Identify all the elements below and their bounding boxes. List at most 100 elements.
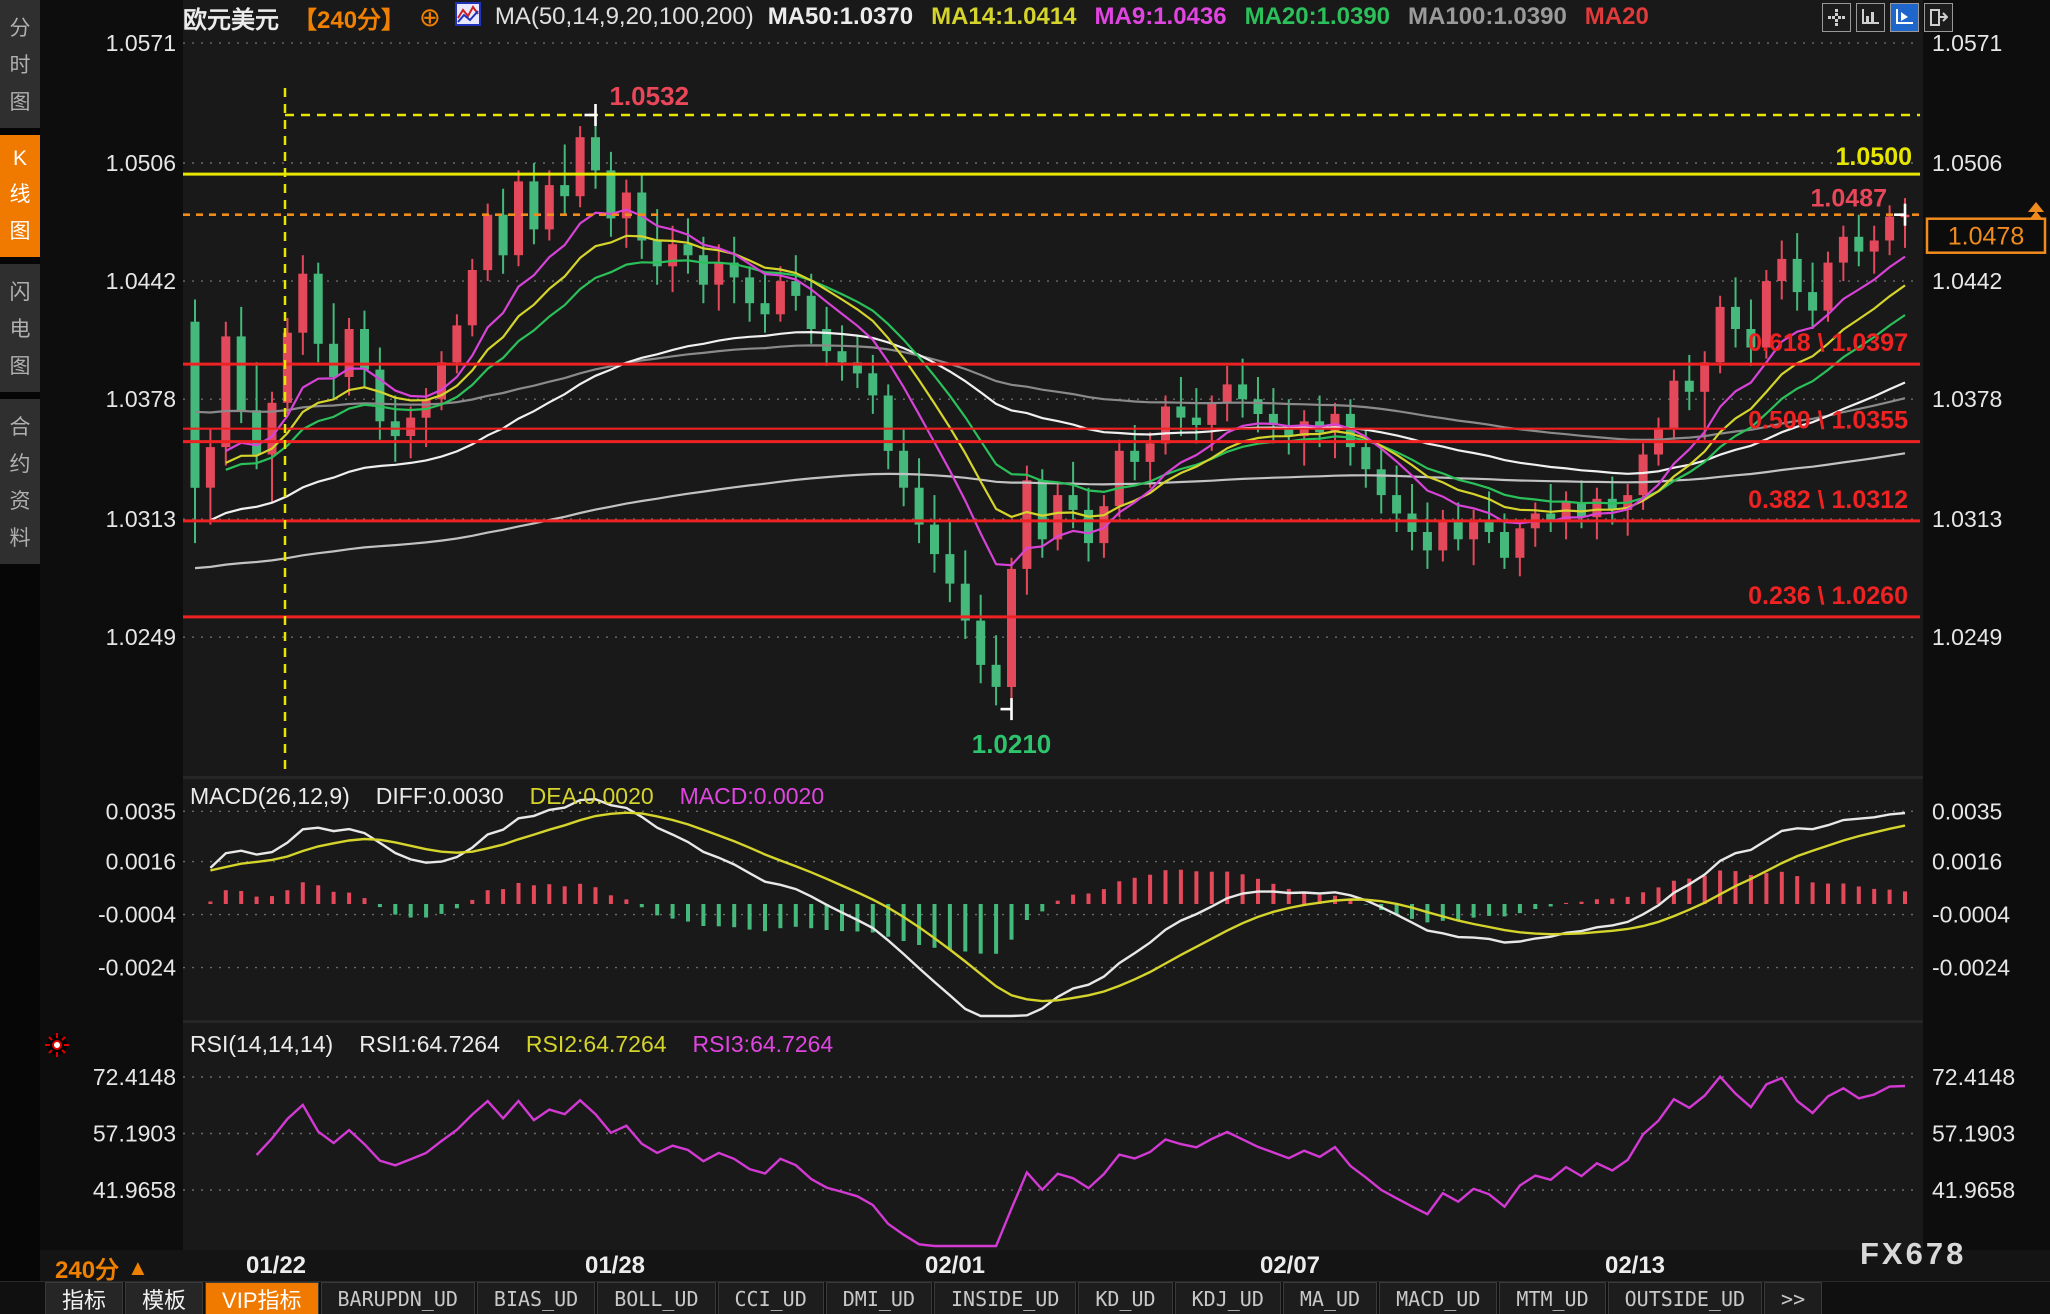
ma-legend-3: MA20:1.0390 <box>1245 3 1390 30</box>
indicator-tab-12[interactable]: MACD_UD <box>1379 1282 1497 1314</box>
price-tick-right: 1.0313 <box>1932 506 2002 532</box>
rsi-label-row: RSI(14,14,14) RSI1:64.7264 RSI2:64.7264 … <box>190 1031 833 1058</box>
axis-active-icon[interactable] <box>1890 3 1919 32</box>
fib-label: 0.500 \ 1.0355 <box>1748 407 1908 435</box>
rsi-tick-left: 57.1903 <box>93 1121 176 1147</box>
indicator-tab-3[interactable]: BARUPDN_UD <box>321 1282 475 1314</box>
macd-diff-value: DIFF:0.0030 <box>376 783 504 810</box>
ma-legend-2: MA9:1.0436 <box>1095 3 1227 30</box>
indicator-tab-6[interactable]: CCI_UD <box>718 1282 824 1314</box>
indicator-tab-8[interactable]: INSIDE_UD <box>934 1282 1076 1314</box>
price-tick-left: 1.0313 <box>106 506 176 532</box>
rsi1-value: RSI1:64.7264 <box>359 1031 500 1058</box>
price-tick-left: 1.0378 <box>106 386 176 412</box>
indicator-tab-10[interactable]: KDJ_UD <box>1175 1282 1281 1314</box>
xaxis-strip <box>0 1250 2050 1282</box>
fib-label: 0.236 \ 1.0260 <box>1748 582 1908 610</box>
period-badge[interactable]: 【240分】 <box>293 0 405 35</box>
mini-chart-icon[interactable] <box>455 2 481 33</box>
indicator-tab-11[interactable]: MA_UD <box>1283 1282 1377 1314</box>
indicator-tab-15[interactable]: >> <box>1764 1282 1822 1314</box>
sidebar-tab-0[interactable]: 分时图 <box>0 0 40 128</box>
macd-label-row: MACD(26,12,9) DIFF:0.0030 DEA:0.0020 MAC… <box>190 783 824 810</box>
price-tick-left: 1.0571 <box>106 30 176 56</box>
indicator-tab-7[interactable]: DMI_UD <box>826 1282 932 1314</box>
rsi-title: RSI(14,14,14) <box>190 1031 333 1058</box>
rsi3-value: RSI3:64.7264 <box>693 1031 834 1058</box>
indicator-tab-bar: 指标模板VIP指标BARUPDN_UDBIAS_UDBOLL_UDCCI_UDD… <box>0 1281 2050 1314</box>
macd-tick-left: 0.0016 <box>106 849 176 875</box>
indicator-tab-1[interactable]: 模板 <box>125 1282 203 1314</box>
ma-legend-5: MA20 <box>1585 3 1649 30</box>
current-period-label: 240分 <box>55 1250 119 1285</box>
ma-legend-0: MA50:1.0370 <box>768 3 913 30</box>
chart-background <box>0 0 2050 1314</box>
rsi-tick-left: 72.4148 <box>93 1064 176 1090</box>
ma-values: MA50:1.0370 MA14:1.0414 MA9:1.0436 MA20:1.0… <box>768 3 1667 31</box>
sidebar: 分时图 K线图闪电图合约资料 <box>0 0 40 1314</box>
date-label: 02/07 <box>1260 1252 1320 1279</box>
macd-title: MACD(26,12,9) <box>190 783 350 810</box>
exit-panel-icon[interactable] <box>1924 3 1953 32</box>
sidebar-tab-2[interactable]: 闪电图 <box>0 264 40 392</box>
rsi-tick-right: 41.9658 <box>1932 1177 2015 1203</box>
rsi-tick-right: 72.4148 <box>1932 1064 2015 1090</box>
ma-legend-4: MA100:1.0390 <box>1408 3 1567 30</box>
indicator-tab-2[interactable]: VIP指标 <box>205 1282 318 1314</box>
rsi2-value: RSI2:64.7264 <box>526 1031 667 1058</box>
fib-label: 0.618 \ 1.0397 <box>1748 329 1908 357</box>
price-tick-right: 1.0506 <box>1932 150 2002 176</box>
macd-tick-left: -0.0024 <box>98 955 176 981</box>
indicator-tab-13[interactable]: MTM_UD <box>1499 1282 1605 1314</box>
chart-header: 欧元美元 【240分】 ⊕ MA(50,14,9,20,100,200) MA5… <box>40 0 1667 34</box>
date-label: 02/13 <box>1605 1252 1665 1279</box>
chevron-up-icon: ▲ <box>127 1255 149 1281</box>
panel-divider <box>183 776 1923 779</box>
indicator-tab-5[interactable]: BOLL_UD <box>597 1282 715 1314</box>
price-tick-left: 1.0249 <box>106 624 176 650</box>
current-period-chip[interactable]: 240分 ▲ <box>55 1250 149 1285</box>
chart-canvas[interactable]: 1.05711.05711.05061.05061.04421.04421.03… <box>0 0 2050 1314</box>
price-tick-right: 1.0249 <box>1932 624 2002 650</box>
macd-tick-left: 0.0035 <box>106 798 176 824</box>
price-tick-left: 1.0506 <box>106 150 176 176</box>
macd-tick-right: 0.0016 <box>1932 849 2002 875</box>
macd-tick-right: 0.0035 <box>1932 798 2002 824</box>
current-price-value: 1.0478 <box>1948 223 2024 251</box>
price-tick-right: 1.0571 <box>1932 30 2002 56</box>
macd-tick-right: -0.0004 <box>1932 902 2010 928</box>
date-label: 02/01 <box>925 1252 985 1279</box>
indicator-tab-4[interactable]: BIAS_UD <box>477 1282 595 1314</box>
chart-toolbar <box>1822 3 1953 32</box>
macd-tick-right: -0.0024 <box>1932 955 2010 981</box>
price-tick-right: 1.0442 <box>1932 268 2002 294</box>
peak-price-label: 1.0532 <box>610 81 690 111</box>
hline-label: 1.0500 <box>1836 143 1912 171</box>
sidebar-tab-1[interactable]: K线图 <box>0 135 40 257</box>
watermark: FX678 <box>1860 1236 1966 1271</box>
axis-chart-icon[interactable] <box>1856 3 1885 32</box>
ma-params-label: MA(50,14,9,20,100,200) <box>495 3 754 31</box>
price-tick-right: 1.0378 <box>1932 386 2002 412</box>
date-label: 01/28 <box>585 1252 645 1279</box>
indicator-tab-9[interactable]: KD_UD <box>1078 1282 1172 1314</box>
rsi-tick-right: 57.1903 <box>1932 1121 2015 1147</box>
macd-tick-left: -0.0004 <box>98 902 176 928</box>
fib-label: 0.382 \ 1.0312 <box>1748 486 1908 514</box>
last-high-label: 1.0487 <box>1811 185 1887 213</box>
sidebar-tab-3[interactable]: 合约资料 <box>0 399 40 564</box>
symbol-title: 欧元美元 <box>183 0 279 35</box>
alert-beacon-icon[interactable] <box>44 1032 70 1063</box>
compare-icon[interactable]: ⊕ <box>419 4 441 30</box>
panel-divider <box>183 1020 1923 1023</box>
grid-pan-icon[interactable] <box>1822 3 1851 32</box>
rsi-tick-left: 41.9658 <box>93 1177 176 1203</box>
ma-legend-1: MA14:1.0414 <box>931 3 1076 30</box>
indicator-tab-0[interactable]: 指标 <box>45 1282 123 1314</box>
macd-dea-value: DEA:0.0020 <box>530 783 654 810</box>
trading-app-window: 1.05711.05711.05061.05061.04421.04421.03… <box>0 0 2050 1314</box>
date-label: 01/22 <box>246 1252 306 1279</box>
macd-macd-value: MACD:0.0020 <box>680 783 824 810</box>
low-price-label: 1.0210 <box>972 729 1052 759</box>
indicator-tab-14[interactable]: OUTSIDE_UD <box>1608 1282 1762 1314</box>
